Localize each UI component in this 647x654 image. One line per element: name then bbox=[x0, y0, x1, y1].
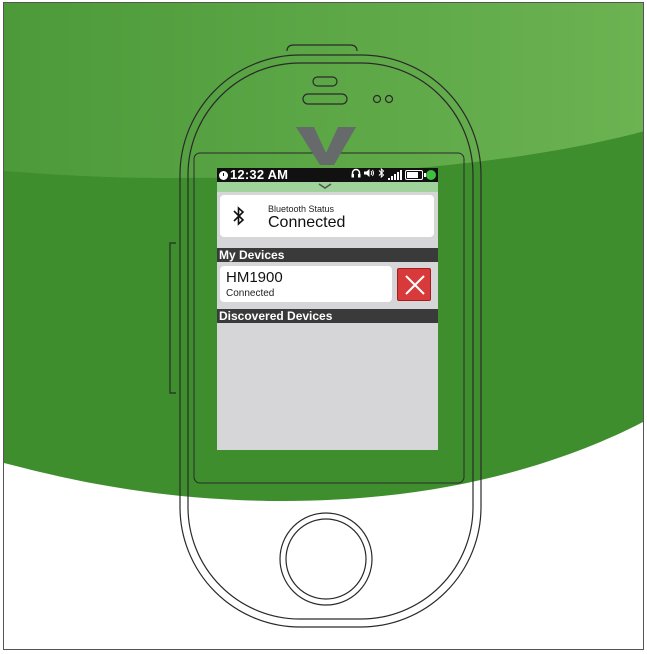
phone-screen: 12:32 AM Bluetooth Status Connected My D… bbox=[217, 168, 438, 450]
bluetooth-icon bbox=[378, 168, 385, 182]
status-time: 12:32 AM bbox=[230, 168, 289, 182]
notification-pull-tab[interactable] bbox=[217, 182, 438, 192]
bluetooth-status-card[interactable]: Bluetooth Status Connected bbox=[220, 195, 434, 237]
bluetooth-status-label: Bluetooth Status bbox=[268, 204, 335, 214]
remove-device-button[interactable] bbox=[397, 268, 431, 301]
signal-icon bbox=[388, 170, 402, 180]
device-list-item[interactable]: HM1900 Connected bbox=[220, 266, 392, 302]
bluetooth-icon bbox=[232, 206, 246, 226]
close-icon bbox=[405, 275, 425, 295]
brand-logo bbox=[296, 127, 356, 165]
device-status: Connected bbox=[226, 288, 275, 299]
chevron-down-icon bbox=[318, 183, 332, 189]
status-dot-icon bbox=[426, 170, 436, 180]
status-bar: 12:32 AM bbox=[217, 168, 438, 182]
headphones-icon bbox=[351, 168, 361, 182]
clock-icon bbox=[219, 170, 228, 180]
battery-icon bbox=[405, 170, 426, 180]
volume-icon bbox=[364, 168, 375, 182]
status-clock: 12:32 AM bbox=[219, 168, 288, 182]
my-devices-header: My Devices bbox=[217, 248, 438, 262]
status-icons bbox=[351, 168, 436, 182]
discovered-devices-header: Discovered Devices bbox=[217, 309, 438, 323]
bluetooth-status-value: Connected bbox=[268, 214, 346, 231]
device-name: HM1900 bbox=[226, 269, 283, 286]
